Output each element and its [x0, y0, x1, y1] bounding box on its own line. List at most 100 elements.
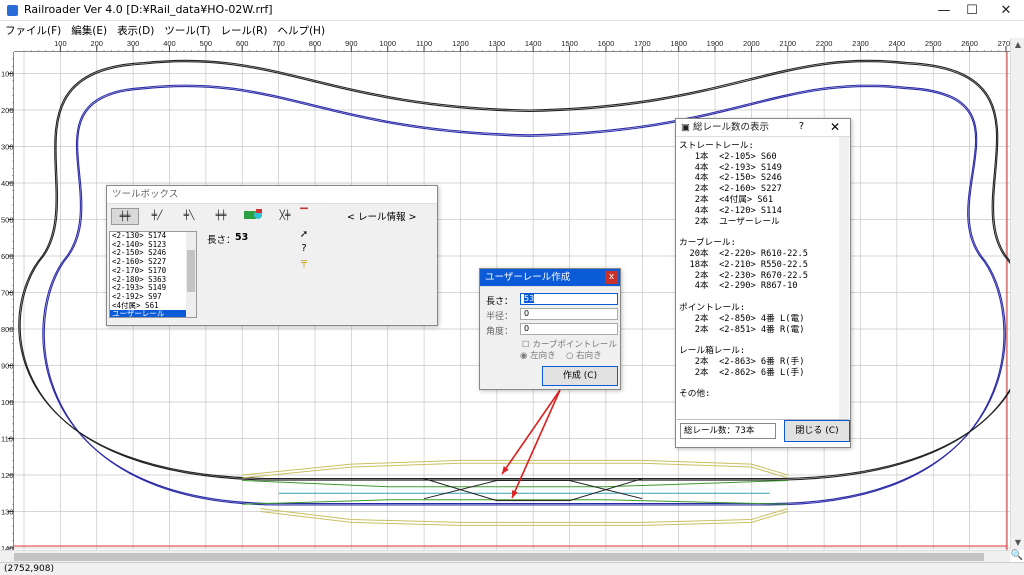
siding-track[interactable]	[260, 508, 788, 523]
ruler-tick-label: 500	[200, 39, 213, 48]
ruler-tick-label: 1300	[488, 39, 505, 48]
total-dialog-title: ▣ 総レール数の表示	[676, 119, 850, 137]
ruler-tick-label: 200	[90, 39, 103, 48]
horizontal-scroll-thumb[interactable]	[14, 553, 984, 561]
ruler-tick-label: 600	[1, 252, 14, 261]
rail-list-scrollbar[interactable]	[186, 232, 196, 317]
ruler-tick-label: 800	[1, 325, 14, 334]
angle-field-label: 角度：	[486, 327, 514, 337]
ruler-tick-label: 1900	[707, 39, 724, 48]
close-button[interactable]: ✕	[990, 0, 1022, 21]
left-point-tool-icon[interactable]: ╪╱	[143, 208, 171, 225]
ruler-tick-label: 1300	[1, 508, 14, 517]
create-button[interactable]: 作成 (C)	[542, 366, 618, 386]
user-rail-dialog: ユーザーレール作成 x 長さ： 53 半径： 0 角度： 0 ☐ カーブポイント…	[479, 268, 621, 390]
maximize-button[interactable]: ☐	[956, 0, 988, 21]
ruler-tick-label: 400	[163, 39, 176, 48]
ruler-tick-label: 2600	[961, 39, 978, 48]
select-arrow-icon[interactable]: ➚	[297, 228, 311, 242]
radius-input[interactable]: 0	[520, 308, 618, 320]
app-icon	[7, 5, 18, 16]
close-icon[interactable]: ✕	[830, 120, 840, 134]
ruler-tick-label: 1500	[561, 39, 578, 48]
close-dialog-button[interactable]: 閉じる (C)	[784, 420, 850, 442]
siding-track[interactable]	[242, 462, 788, 479]
scroll-up-icon[interactable]: ▲	[1011, 38, 1024, 52]
ruler-tick-label: 1100	[416, 39, 432, 48]
ruler-tick-label: 2000	[743, 39, 760, 48]
vertical-scrollbar[interactable]: ▲ ▼	[1010, 38, 1024, 550]
ruler-tick-label: 1600	[598, 39, 615, 48]
menu-file[interactable]: ファイル(F)	[0, 21, 66, 38]
ruler-tick-label: 500	[1, 216, 14, 225]
crossing-tool-icon[interactable]: ╪╪	[207, 208, 235, 225]
toolbox-side-icons: ▔ ➚ ? ╤	[297, 208, 311, 288]
ruler-tick-label: 2300	[852, 39, 869, 48]
ruler-tick-label: 1700	[634, 39, 651, 48]
rail-count-list: ストレートレール: 1本 <2-105> S60 4本 <2-193> S149…	[677, 137, 849, 420]
help-question-icon[interactable]: ?	[297, 242, 311, 256]
length-label: 長さ：	[207, 235, 236, 246]
length-value: 53	[235, 232, 249, 243]
ruler-tick-label: 1400	[525, 39, 542, 48]
cursor-coordinates: (2752,908)	[4, 564, 54, 574]
ruler-tick-label: 1000	[379, 39, 396, 48]
status-bar: (2752,908)	[0, 562, 1024, 575]
ruler-tick-label: 200	[1, 106, 14, 115]
bumper-tool-icon[interactable]: ▔	[297, 208, 311, 222]
ruler-tick-label: 300	[127, 39, 140, 48]
ruler-tick-label: 800	[309, 39, 322, 48]
ruler-tick-label: 2500	[925, 39, 942, 48]
scroll-down-icon[interactable]: ▼	[1011, 536, 1024, 550]
zoom-icon[interactable]: 🔍	[1010, 550, 1024, 562]
siding-track[interactable]	[242, 459, 788, 476]
ruler-tick-label: 2100	[779, 39, 796, 48]
title-bar: Railroader Ver 4.0 [D:¥Rail_data¥HO-02W.…	[0, 0, 1024, 21]
ruler-tick-label: 100	[54, 39, 67, 48]
ruler-tick-label: 2200	[816, 39, 833, 48]
total-rail-count-dialog: ▣ 総レール数の表示 ? ✕ ストレートレール: 1本 <2-105> S60 …	[675, 118, 851, 448]
rail-count-scrollbar[interactable]	[839, 137, 849, 419]
length-input[interactable]: 53	[520, 293, 618, 305]
total-rail-count-field: 総レール数：73本	[680, 423, 776, 439]
user-rail-dialog-title: ユーザーレール作成	[480, 269, 620, 287]
menu-rail[interactable]: レール(R)	[215, 21, 272, 38]
length-field-label: 長さ：	[486, 297, 514, 307]
menu-help[interactable]: ヘルプ(H)	[272, 21, 330, 38]
horizontal-ruler-ticks: 100 200 300 400 500 600 700 800 900 1000 1100 1200 1…	[23, 39, 1021, 52]
ruler-tick-label: 1100	[1, 435, 14, 444]
ruler-tick-label: 600	[236, 39, 249, 48]
help-icon[interactable]: ?	[799, 121, 804, 132]
horizontal-scrollbar[interactable]	[0, 550, 1010, 562]
menu-edit[interactable]: 編集(E)	[66, 21, 112, 38]
rail-type-list[interactable]: <2-130> S174 <2-140> S123 <2-150> S246 <2-1…	[109, 231, 197, 318]
menu-tools[interactable]: ツール(T)	[159, 21, 215, 38]
ruler-tick-label: 700	[272, 39, 285, 48]
rail-list-item[interactable]: ユーザーレール	[110, 310, 196, 317]
close-icon[interactable]: x	[605, 271, 618, 284]
annotation-arrowhead	[502, 466, 509, 474]
ruler-tick-label: 1200	[1, 471, 14, 480]
straight-rail-tool-icon[interactable]: ╪╪	[111, 208, 139, 225]
ruler-tick-label: 700	[1, 289, 14, 298]
ruler-tick-label: 1200	[452, 39, 469, 48]
ruler-tick-label: 300	[1, 143, 14, 152]
ruler-tick-label: 1800	[670, 39, 687, 48]
angle-input[interactable]: 0	[520, 323, 618, 335]
window-title: Railroader Ver 4.0 [D:¥Rail_data¥HO-02W.…	[24, 3, 273, 16]
toolbox-panel: ツールボックス ╪╪ ╪╱ ╪╲ ╪╪ ╳╪ ▔ ➚ ? ╤ < レール情報 >…	[106, 185, 438, 326]
scissors-cross-tool-icon[interactable]: ╳╪	[271, 208, 299, 225]
ruler-tick-label: 900	[1, 362, 14, 371]
measure-tool-icon[interactable]: ╤	[297, 256, 311, 270]
ruler-tick-label: 900	[345, 39, 358, 48]
toolbox-title: ツールボックス	[107, 186, 437, 204]
right-direction-radio[interactable]: ○ 右向き	[566, 349, 602, 361]
menu-view[interactable]: 表示(D)	[112, 21, 159, 38]
horizontal-ruler: 100 200 300 400 500 600 700 800 900 1000 1100 1200 1…	[14, 38, 1021, 52]
signal-tool-icon[interactable]	[239, 208, 267, 225]
left-direction-radio[interactable]: ◉ 左向き	[520, 349, 556, 361]
ruler-tick-label: 2400	[889, 39, 906, 48]
station-track[interactable]	[242, 480, 788, 488]
right-point-tool-icon[interactable]: ╪╲	[175, 208, 203, 225]
rail-info-label: < レール情報 >	[347, 212, 417, 223]
